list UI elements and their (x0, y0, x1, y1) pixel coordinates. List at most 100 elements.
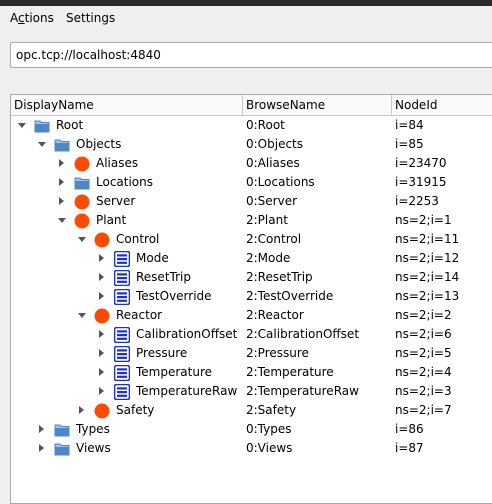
expand-arrow-icon[interactable] (99, 368, 104, 376)
expand-arrow-icon[interactable] (59, 178, 64, 186)
node-id: i=31915 (395, 175, 447, 189)
node-display-name: Control (116, 232, 160, 246)
node-display-name: ResetTrip (136, 270, 191, 284)
tree-row[interactable]: TemperatureRaw 2:TemperatureRaw ns=2;i=3 (11, 382, 492, 401)
collapse-arrow-icon[interactable] (78, 313, 86, 318)
tree-row[interactable]: Objects 0:Objects i=85 (11, 135, 492, 154)
object-node-icon (94, 403, 110, 419)
node-browse-name: 0:Server (246, 194, 298, 208)
expand-arrow-icon[interactable] (99, 349, 104, 357)
folder-icon (74, 175, 90, 191)
node-id: i=84 (395, 118, 424, 132)
tree-row[interactable]: Types 0:Types i=86 (11, 420, 492, 439)
node-display-name: Temperature (136, 365, 213, 379)
server-address-value: opc.tcp://localhost:4840 (16, 48, 161, 62)
node-browse-name: 0:Views (246, 441, 293, 455)
tree-row[interactable]: CalibrationOffset 2:CalibrationOffset ns=2… (11, 325, 492, 344)
tree-row[interactable]: Safety 2:Safety ns=2;i=7 (11, 401, 492, 420)
node-id: ns=2;i=14 (395, 270, 460, 284)
column-header-displayname[interactable]: DisplayName (11, 95, 243, 115)
tree-header: DisplayName BrowseName NodeId (11, 95, 492, 116)
tree-row[interactable]: TestOverride 2:TestOverride ns=2;i=13 (11, 287, 492, 306)
tree-row[interactable]: Pressure 2:Pressure ns=2;i=5 (11, 344, 492, 363)
folder-icon (54, 137, 70, 153)
object-node-icon (94, 232, 110, 248)
tree-row[interactable]: Temperature 2:Temperature ns=2;i=4 (11, 363, 492, 382)
expand-arrow-icon[interactable] (99, 387, 104, 395)
node-browse-name: 0:Aliases (246, 156, 300, 170)
node-browse-name: 2:Pressure (246, 346, 309, 360)
menu-bar: Actions Settings (0, 6, 492, 30)
node-display-name: Server (96, 194, 136, 208)
tree-row[interactable]: Control 2:Control ns=2;i=11 (11, 230, 492, 249)
node-display-name: Root (56, 118, 84, 132)
node-browse-name: 2:ResetTrip (246, 270, 313, 284)
expand-arrow-icon[interactable] (99, 254, 104, 262)
address-space-tree[interactable]: DisplayName BrowseName NodeId Root 0:Root… (10, 94, 492, 504)
object-node-icon (74, 156, 90, 172)
node-id: ns=2;i=4 (395, 365, 452, 379)
collapse-arrow-icon[interactable] (38, 142, 46, 147)
node-id: ns=2;i=11 (395, 232, 460, 246)
node-display-name: Views (76, 441, 111, 455)
tree-row[interactable]: Plant 2:Plant ns=2;i=1 (11, 211, 492, 230)
tree-row[interactable]: Locations 0:Locations i=31915 (11, 173, 492, 192)
node-id: i=86 (395, 422, 424, 436)
node-browse-name: 0:Types (246, 422, 292, 436)
variable-node-icon (113, 326, 131, 344)
column-header-nodeid[interactable]: NodeId (392, 95, 492, 115)
tree-row[interactable]: Reactor 2:Reactor ns=2;i=2 (11, 306, 492, 325)
node-display-name: Pressure (136, 346, 188, 360)
node-browse-name: 2:CalibrationOffset (246, 327, 360, 341)
node-browse-name: 2:TestOverride (246, 289, 334, 303)
node-browse-name: 2:Control (246, 232, 302, 246)
expand-arrow-icon[interactable] (79, 406, 84, 414)
node-browse-name: 0:Root (246, 118, 285, 132)
tree-row[interactable]: Root 0:Root i=84 (11, 116, 492, 135)
node-display-name: TestOverride (136, 289, 212, 303)
node-display-name: Mode (136, 251, 169, 265)
tree-row[interactable]: Server 0:Server i=2253 (11, 192, 492, 211)
node-id: i=23470 (395, 156, 447, 170)
node-browse-name: 2:Plant (246, 213, 288, 227)
expand-arrow-icon[interactable] (99, 330, 104, 338)
tree-row[interactable]: Views 0:Views i=87 (11, 439, 492, 458)
collapse-arrow-icon[interactable] (78, 237, 86, 242)
expand-arrow-icon[interactable] (59, 159, 64, 167)
variable-node-icon (113, 250, 131, 268)
node-id: ns=2;i=2 (395, 308, 452, 322)
menu-settings[interactable]: Settings (66, 11, 115, 25)
node-browse-name: 2:Mode (246, 251, 291, 265)
folder-icon (54, 441, 70, 457)
node-display-name: Plant (96, 213, 127, 227)
node-browse-name: 0:Objects (246, 137, 304, 151)
node-id: i=2253 (395, 194, 439, 208)
node-id: ns=2;i=6 (395, 327, 452, 341)
tree-row[interactable]: Mode 2:Mode ns=2;i=12 (11, 249, 492, 268)
node-display-name: TemperatureRaw (136, 384, 238, 398)
node-id: ns=2;i=1 (395, 213, 452, 227)
object-node-icon (94, 308, 110, 324)
tree-row[interactable]: ResetTrip 2:ResetTrip ns=2;i=14 (11, 268, 492, 287)
node-display-name: Aliases (96, 156, 139, 170)
node-browse-name: 2:TemperatureRaw (246, 384, 359, 398)
folder-icon (34, 118, 50, 134)
expand-arrow-icon[interactable] (39, 425, 44, 433)
variable-node-icon (113, 383, 131, 401)
expand-arrow-icon[interactable] (39, 444, 44, 452)
expand-arrow-icon[interactable] (99, 292, 104, 300)
menu-actions[interactable]: Actions (10, 11, 54, 25)
collapse-arrow-icon[interactable] (18, 123, 26, 128)
expand-arrow-icon[interactable] (99, 273, 104, 281)
expand-arrow-icon[interactable] (59, 197, 64, 205)
tree-row[interactable]: Aliases 0:Aliases i=23470 (11, 154, 492, 173)
variable-node-icon (113, 345, 131, 363)
node-id: ns=2;i=5 (395, 346, 452, 360)
node-browse-name: 0:Locations (246, 175, 315, 189)
variable-node-icon (113, 288, 131, 306)
node-display-name: CalibrationOffset (136, 327, 238, 341)
node-id: ns=2;i=7 (395, 403, 452, 417)
collapse-arrow-icon[interactable] (58, 218, 66, 223)
server-address-input[interactable]: opc.tcp://localhost:4840 (10, 42, 492, 68)
column-header-browsename[interactable]: BrowseName (243, 95, 392, 115)
